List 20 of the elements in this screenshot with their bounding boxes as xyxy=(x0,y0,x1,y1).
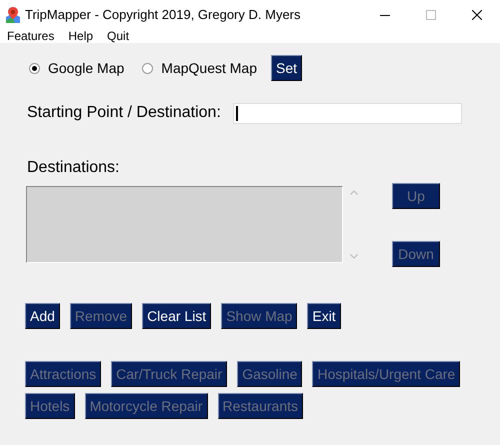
map-pin-icon xyxy=(6,7,20,23)
scroll-down-icon[interactable] xyxy=(350,254,358,259)
menu-item[interactable]: Features xyxy=(7,26,54,44)
button[interactable]: Add xyxy=(25,303,60,329)
radio-button[interactable] xyxy=(142,62,154,74)
menu-item[interactable]: Quit xyxy=(107,26,130,44)
close-icon[interactable] xyxy=(472,10,482,20)
window-title: TripMapper - Copyright 2019, Gregory D. Myers xyxy=(25,6,301,24)
field-label: Starting Point / Destination: xyxy=(27,103,221,123)
button[interactable]: Exit xyxy=(307,303,341,329)
radio-label[interactable]: Google Map xyxy=(48,58,124,78)
radio-label[interactable]: MapQuest Map xyxy=(161,58,257,78)
field-label: Destinations: xyxy=(27,158,120,178)
scroll-up-icon[interactable] xyxy=(350,190,358,195)
input-field[interactable] xyxy=(232,102,462,124)
menu-item[interactable]: Help xyxy=(68,26,94,44)
radio-button[interactable] xyxy=(29,62,40,74)
maximize-icon[interactable] xyxy=(426,10,436,20)
button[interactable]: Clear List xyxy=(142,303,212,329)
set-button[interactable]: Set xyxy=(271,55,302,81)
